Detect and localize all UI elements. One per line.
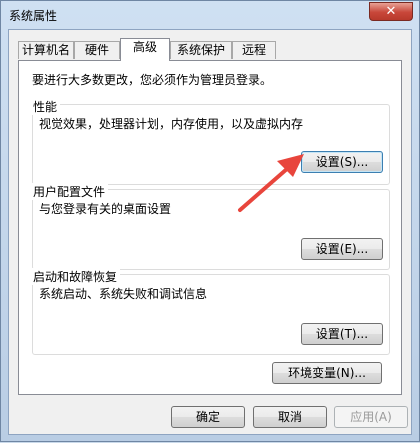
system-properties-window: 系统属性 ✕ 计算机名 硬件 高级 系统保护 远程 要进行大多数更改，您必须作为… (0, 0, 420, 442)
arrow-shaft (238, 166, 290, 212)
tab-advanced[interactable]: 高级 (120, 38, 170, 61)
red-arrow-annotation (238, 154, 304, 212)
